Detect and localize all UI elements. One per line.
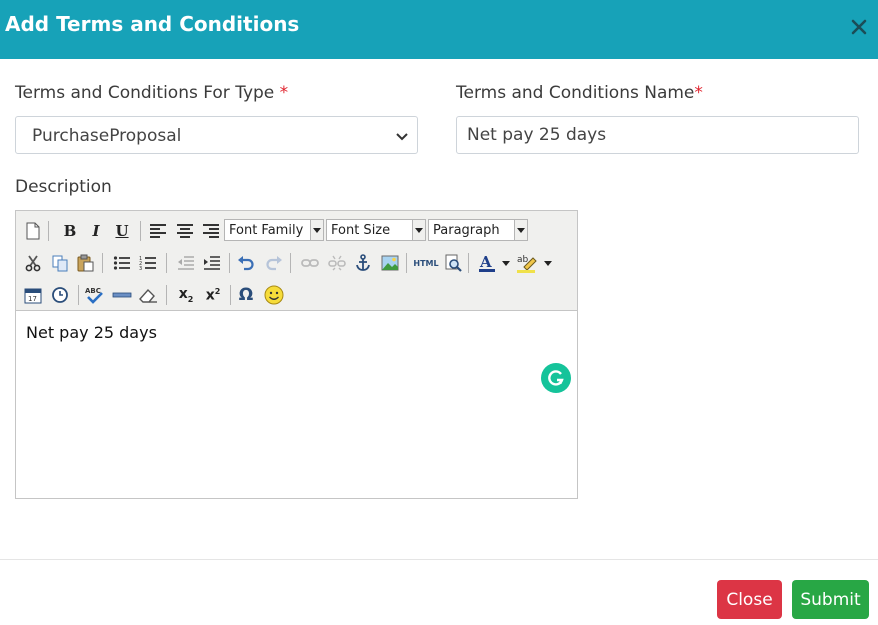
required-marker: * [694,83,703,103]
toolbar-separator [229,253,230,273]
horizontal-rule-icon[interactable] [111,284,133,306]
required-marker: * [279,83,289,103]
outdent-icon[interactable] [175,252,197,274]
toolbar-separator [166,285,167,305]
chevron-down-icon [395,129,409,143]
indent-icon[interactable] [201,252,223,274]
text-color-icon[interactable]: A [476,252,498,274]
clear-formatting-icon[interactable] [137,284,159,306]
toolbar-separator [48,221,49,241]
grammarly-icon[interactable] [541,363,571,393]
toolbar-separator [468,253,469,273]
close-icon[interactable] [848,16,870,38]
toolbar-separator [166,253,167,273]
font-size-value: Font Size [331,223,391,238]
chevron-down-icon[interactable] [542,252,554,274]
format-dropdown[interactable]: Paragraph [428,219,528,241]
italic-icon[interactable]: I [85,220,107,242]
type-label-text: Terms and Conditions For Type [15,83,275,103]
toolbar-separator [406,253,407,273]
spellcheck-icon[interactable]: ABC [84,284,106,306]
special-character-icon[interactable]: Ω [235,284,257,306]
image-icon[interactable] [379,252,401,274]
modal-title: Add Terms and Conditions [5,12,300,36]
chevron-down-icon [514,220,527,240]
editor-content[interactable]: Net pay 25 days [16,312,577,498]
font-family-dropdown[interactable]: Font Family [224,219,324,241]
submit-button[interactable]: Submit [792,580,869,619]
description-label: Description [15,177,112,197]
new-document-icon[interactable] [22,220,44,242]
superscript-icon[interactable]: x2 [202,284,224,306]
undo-icon[interactable] [235,252,257,274]
subscript-icon[interactable]: x2 [175,284,197,306]
insert-time-icon[interactable] [49,284,71,306]
align-right-icon[interactable] [200,220,222,242]
highlight-color-icon[interactable]: ab [516,252,538,274]
chevron-down-icon [310,220,323,240]
rich-text-editor: B I U Font Family Font Size Paragraph 1 … [15,210,578,499]
copy-icon[interactable] [49,252,71,274]
svg-text:ABC: ABC [85,287,101,295]
bullet-list-icon[interactable] [111,252,133,274]
preview-icon[interactable] [442,252,464,274]
name-label-text: Terms and Conditions Name [456,83,695,103]
insert-date-icon[interactable]: 17 [22,284,44,306]
bold-icon[interactable]: B [59,220,81,242]
cut-icon[interactable] [22,252,44,274]
emoticon-icon[interactable] [263,284,285,306]
numbered-list-icon[interactable]: 123 [137,252,159,274]
toolbar-separator [140,221,141,241]
name-input[interactable] [456,116,859,154]
type-label: Terms and Conditions For Type * [15,83,288,103]
chevron-down-icon [412,220,425,240]
type-select[interactable]: PurchaseProposal [15,116,418,154]
chevron-down-icon[interactable] [500,252,512,274]
underline-icon[interactable]: U [111,220,133,242]
close-button[interactable]: Close [717,580,782,619]
type-select-value: PurchaseProposal [32,126,182,146]
toolbar-separator [102,253,103,273]
footer-divider [0,559,878,560]
toolbar-separator [290,253,291,273]
svg-text:A: A [479,253,492,271]
link-icon[interactable] [299,252,321,274]
align-center-icon[interactable] [174,220,196,242]
modal-header: Add Terms and Conditions [0,0,878,59]
redo-icon[interactable] [263,252,285,274]
html-icon[interactable]: HTML [412,252,440,274]
toolbar-separator [78,285,79,305]
svg-text:3: 3 [139,266,142,271]
svg-text:ab: ab [517,255,529,265]
align-left-icon[interactable] [147,220,169,242]
svg-text:17: 17 [28,295,37,303]
font-size-dropdown[interactable]: Font Size [326,219,426,241]
format-value: Paragraph [433,223,500,238]
unlink-icon[interactable] [326,252,348,274]
name-label: Terms and Conditions Name* [456,83,703,103]
anchor-icon[interactable] [352,252,374,274]
font-family-value: Font Family [229,223,304,238]
paste-icon[interactable] [74,252,96,274]
editor-toolbar: B I U Font Family Font Size Paragraph 1 … [16,211,577,311]
toolbar-separator [230,285,231,305]
